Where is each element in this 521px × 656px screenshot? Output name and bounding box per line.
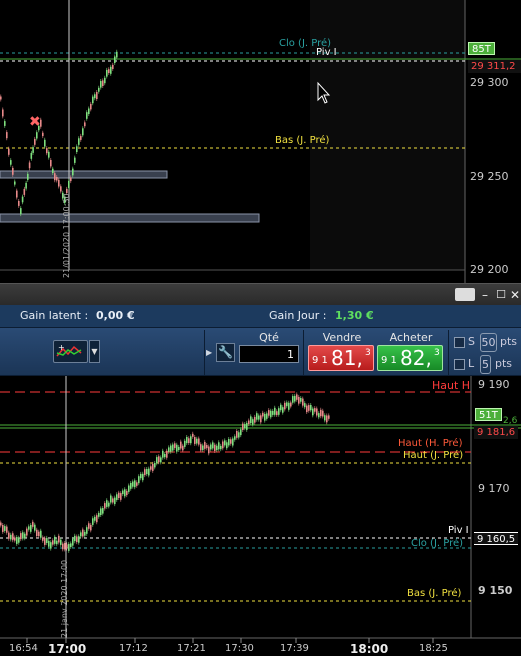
haut-h-pre-label: Haut (H. Pré) (398, 438, 463, 449)
maximize-button[interactable]: ☐ (494, 288, 508, 302)
bas-level-label: Bas (J. Pré) (275, 135, 330, 146)
chart-type-button[interactable]: + (53, 340, 88, 363)
gain-latent-value: 0,00 € (96, 309, 135, 322)
keyboard-icon[interactable] (455, 288, 475, 301)
minimize-button[interactable]: – (478, 288, 492, 302)
y-tick-29300: 29 300 (470, 76, 509, 89)
time-1721: 17:21 (177, 643, 206, 654)
gain-latent-label: Gain latent : (20, 309, 89, 322)
time-1800: 18:00 (350, 642, 389, 656)
volume-tag: 51T (475, 408, 502, 421)
haut-j-pre-label: Haut (J. Pré) (403, 450, 464, 461)
buy-button[interactable]: 9 1 82, 3 (377, 345, 443, 371)
sell-price-main: 81, (331, 346, 363, 370)
bottom-candles (0, 392, 330, 553)
y-tick-9190: 9 190 (478, 378, 510, 391)
panel-title-bar: – ☐ ✕ (0, 283, 521, 305)
zone-bar-1 (0, 170, 168, 179)
bottom-chart-canvas (0, 376, 521, 643)
buy-label: Acheter (389, 331, 433, 344)
time-1825: 18:25 (419, 643, 448, 654)
buy-price-sup: 3 (434, 348, 440, 358)
piv-price-tag: 9 160,5 (474, 532, 519, 545)
time-1654: 16:54 (9, 643, 38, 654)
sell-button[interactable]: 9 1 81, 3 (308, 345, 374, 371)
qty-label: Qté (259, 331, 279, 344)
haut-h-label: Haut H (432, 379, 471, 392)
time-1730: 17:30 (225, 643, 254, 654)
stop-label: S (468, 335, 475, 348)
stop-pts-label: pts (500, 335, 518, 348)
sell-price-sup: 3 (365, 348, 371, 358)
top-candles (0, 49, 118, 217)
last-price-tag: 9 181,6 (474, 426, 519, 439)
y-tick-29250: 29 250 (470, 170, 509, 183)
gain-bar: Gain latent : 0,00 € Gain Jour : 1,30 € (0, 305, 521, 327)
order-toolbar: + ▼ ▶ 🔧 Qté Vendre 9 1 81, 3 Acheter 9 1… (0, 327, 521, 376)
limit-checkbox[interactable] (454, 359, 465, 370)
y-tick-29200: 29 200 (470, 263, 509, 276)
limit-pts-label: pts (495, 357, 513, 370)
time-1739: 17:39 (280, 643, 309, 654)
top-chart-canvas: ✖ (0, 0, 521, 283)
piv-level-label: Piv I (316, 47, 337, 58)
candles-tool-icon: + (56, 343, 82, 357)
wrench-icon[interactable]: 🔧 (216, 343, 235, 362)
time-1712: 17:12 (119, 643, 148, 654)
trade-marker-icon: ✖ (29, 114, 41, 130)
gain-jour-value: 1,30 € (335, 309, 374, 322)
svg-text:+: + (58, 343, 65, 352)
stop-pts-field[interactable]: 50 (480, 333, 497, 352)
chart-type-dropdown[interactable]: ▼ (89, 340, 100, 363)
collapse-arrow-icon[interactable]: ▶ (206, 348, 212, 357)
y-tick-9170: 9 170 (478, 482, 510, 495)
last-price-tag: 29 311,2 (468, 60, 521, 73)
limit-label: L (468, 357, 475, 370)
sell-price-prefix: 9 1 (312, 355, 328, 366)
limit-pts-field[interactable]: 5 (480, 355, 491, 374)
bas-level-label: Bas (J. Pré) (407, 588, 462, 599)
volume-tag: 85T (468, 42, 495, 55)
top-vertical-date: 21/01/2020 17:00:30 (62, 193, 71, 278)
clo-level-label: Clo (J. Pré) (411, 538, 464, 549)
qty-input[interactable] (239, 345, 299, 363)
time-1700: 17:00 (48, 642, 87, 656)
stop-checkbox[interactable] (454, 337, 465, 348)
sell-label: Vendre (322, 331, 362, 344)
top-chart[interactable]: ✖ Clo (J. Pré) Piv I Bas (J. Pré) 85T 29… (0, 0, 521, 283)
bottom-vertical-date: 21 janv 2020 17:00 (60, 559, 69, 638)
close-button[interactable]: ✕ (508, 288, 521, 302)
y-tick-9150: 9 150 (478, 584, 513, 597)
zone-bar-2 (0, 213, 260, 223)
bottom-chart[interactable]: Haut H Haut (H. Pré) Haut (J. Pré) Piv I… (0, 376, 521, 656)
piv-level-label: Piv I (448, 525, 469, 536)
gain-jour-label: Gain Jour : (269, 309, 327, 322)
buy-price-prefix: 9 1 (381, 355, 397, 366)
buy-price-main: 82, (400, 346, 432, 370)
